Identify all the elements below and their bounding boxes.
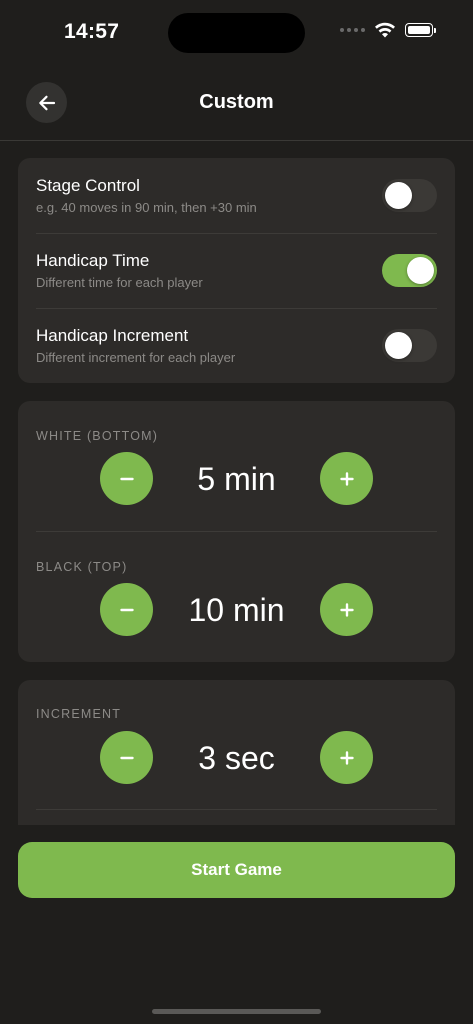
plus-icon [339, 602, 354, 617]
increment-stepper: 3 sec [100, 731, 373, 784]
minus-icon [119, 477, 134, 480]
option-title: Handicap Increment [36, 326, 189, 345]
black-time-increase-button[interactable] [320, 583, 373, 636]
increment-label: INCREMENT [36, 707, 122, 721]
option-title: Handicap Time [36, 251, 150, 270]
white-time-increase-button[interactable] [320, 452, 373, 505]
minus-icon [119, 756, 134, 759]
handicap-increment-toggle[interactable] [382, 329, 437, 362]
option-subtitle: Different time for each player [36, 275, 203, 290]
plus-icon [339, 471, 354, 486]
start-game-button[interactable]: Start Game [18, 842, 455, 898]
plus-icon [339, 750, 354, 765]
option-subtitle: e.g. 40 moves in 90 min, then +30 min [36, 200, 257, 215]
battery-icon [405, 23, 436, 37]
white-time-label: WHITE (BOTTOM) [36, 429, 159, 443]
increment-decrease-button[interactable] [100, 731, 153, 784]
option-row-handicap-increment: Handicap Increment Different increment f… [36, 308, 437, 383]
home-indicator[interactable] [152, 1009, 321, 1014]
status-bar: 14:57 [0, 0, 473, 64]
divider [36, 809, 437, 810]
option-row-stage-control: Stage Control e.g. 40 moves in 90 min, t… [36, 158, 437, 234]
stage-control-toggle[interactable] [382, 179, 437, 212]
black-time-label: BLACK (TOP) [36, 560, 128, 574]
increment-value: 3 sec [198, 740, 275, 776]
black-time-value: 10 min [188, 592, 285, 628]
option-title: Stage Control [36, 176, 140, 195]
white-time-stepper: 5 min [100, 452, 373, 505]
nav-bar: Custom [0, 64, 473, 141]
time-card: WHITE (BOTTOM) 5 min BLACK (TOP) 10 min [18, 401, 455, 662]
increment-card: INCREMENT 3 sec [18, 680, 455, 825]
cellular-signal-icon [340, 28, 365, 32]
minus-icon [119, 608, 134, 611]
divider [36, 531, 437, 532]
page-title: Custom [199, 91, 274, 113]
handicap-time-toggle[interactable] [382, 254, 437, 287]
wifi-icon [375, 22, 395, 38]
status-icons [340, 22, 436, 38]
dynamic-island [168, 13, 305, 53]
status-time: 14:57 [64, 20, 120, 43]
white-time-decrease-button[interactable] [100, 452, 153, 505]
option-subtitle: Different increment for each player [36, 350, 236, 365]
options-card: Stage Control e.g. 40 moves in 90 min, t… [18, 158, 455, 383]
black-time-stepper: 10 min [100, 583, 373, 636]
white-time-value: 5 min [197, 461, 276, 497]
option-row-handicap-time: Handicap Time Different time for each pl… [36, 233, 437, 309]
increment-increase-button[interactable] [320, 731, 373, 784]
black-time-decrease-button[interactable] [100, 583, 153, 636]
